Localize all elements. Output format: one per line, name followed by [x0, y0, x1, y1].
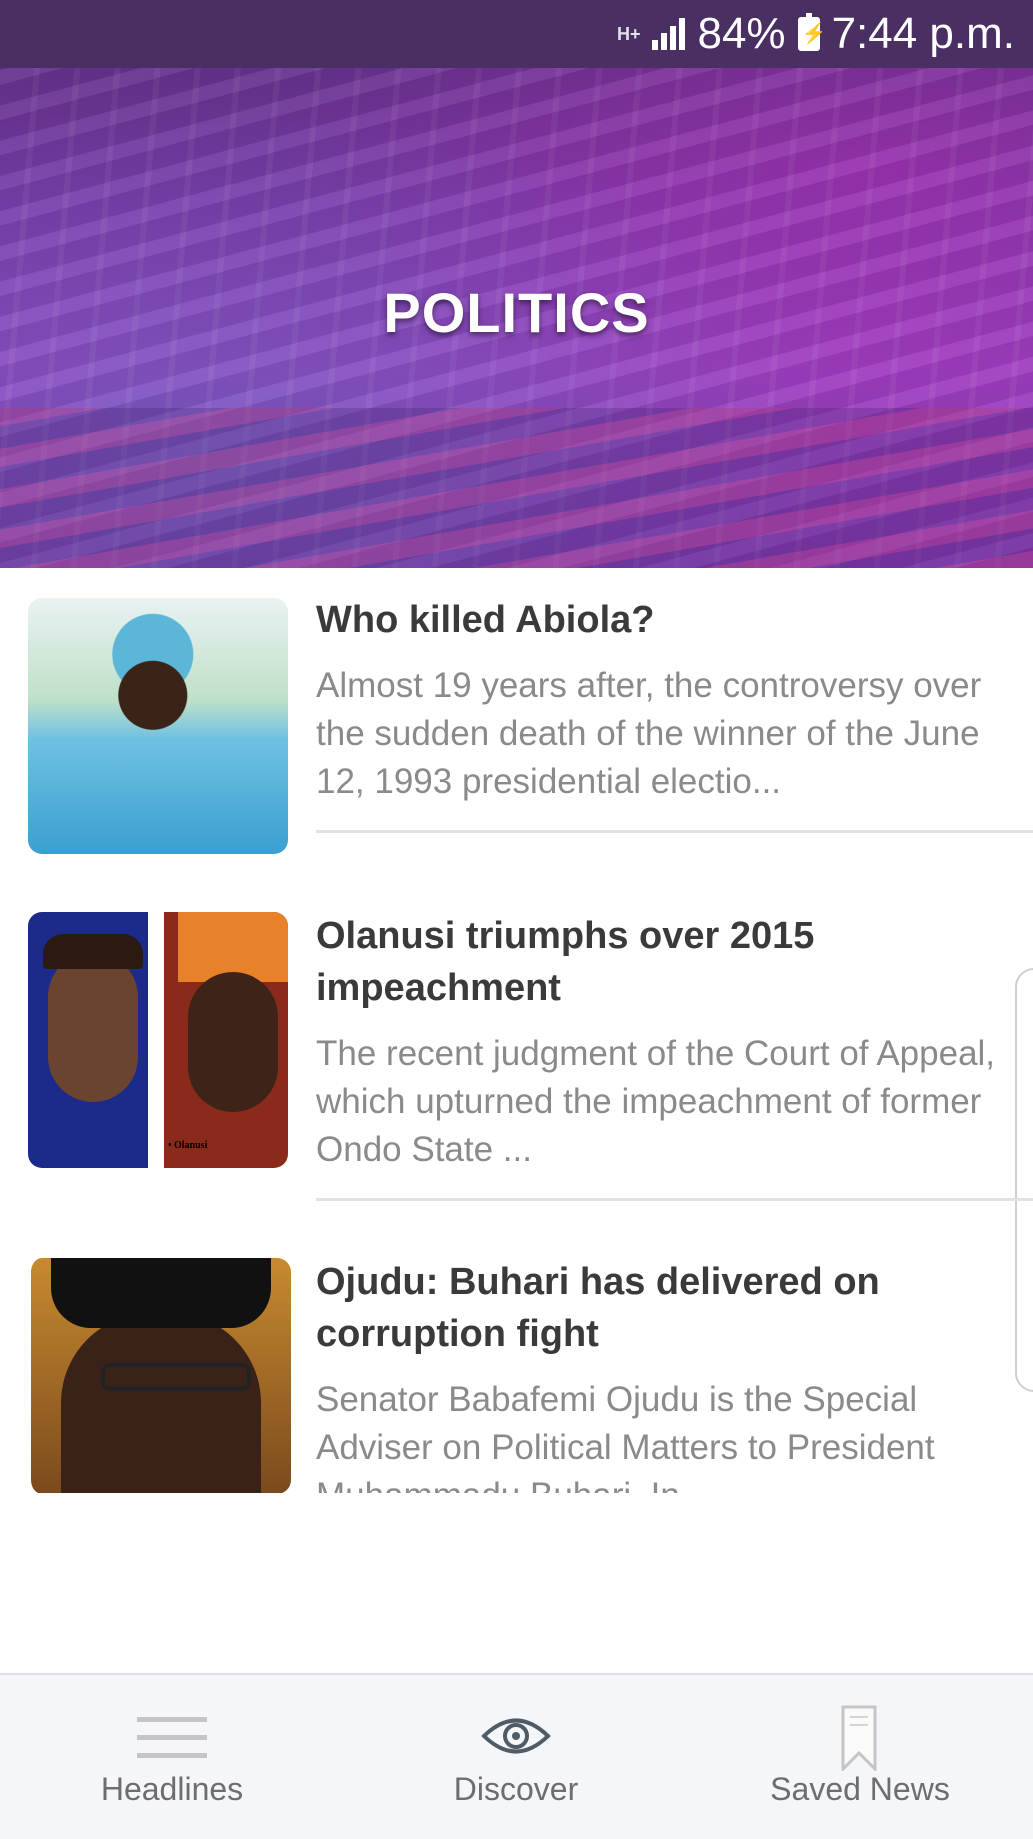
eye-icon: [481, 1718, 551, 1754]
nav-label: Discover: [453, 1771, 579, 1807]
article-title[interactable]: Olanusi triumphs over 2015 impeachment: [316, 910, 1016, 1014]
nav-discover[interactable]: Discover: [366, 1675, 666, 1839]
clock: 7:44 p.m.: [831, 9, 1015, 58]
article-thumbnail[interactable]: [28, 598, 288, 854]
divider: [316, 830, 1033, 833]
network-indicator: H+: [616, 24, 641, 44]
page-title: POLITICS: [383, 281, 650, 344]
article-title[interactable]: Who killed Abiola?: [316, 594, 1016, 646]
article-summary: The recent judgment of the Court of Appe…: [316, 1034, 996, 1169]
nav-headlines[interactable]: Headlines: [22, 1675, 322, 1839]
divider: [316, 1198, 1033, 1201]
header-banner: POLITICS: [0, 0, 1033, 568]
article-title[interactable]: Ojudu: Buhari has delivered on corruptio…: [316, 1256, 1016, 1360]
signal-icon: [652, 18, 686, 50]
bottom-navigation: Headlines Discover Saved News: [0, 1673, 1033, 1839]
battery-percent: 84%: [697, 9, 786, 58]
article-summary: Almost 19 years after, the controversy o…: [316, 666, 982, 801]
article-summary: Senator Babafemi Ojudu is the Special Ad…: [316, 1380, 935, 1493]
article-thumbnail[interactable]: • Olanusi: [28, 912, 288, 1168]
article-thumbnail[interactable]: [28, 1258, 291, 1493]
status-bar: H+ 84% 7:44 p.m.: [0, 0, 1033, 68]
nav-label: Saved News: [770, 1771, 950, 1807]
nav-label: Headlines: [100, 1771, 244, 1807]
menu-icon: [137, 1713, 207, 1765]
bookmark-icon: [841, 1705, 877, 1771]
side-card-edge: [1015, 968, 1033, 1392]
image-caption: • Olanusi: [168, 1140, 208, 1151]
nav-saved-news[interactable]: Saved News: [710, 1675, 1010, 1839]
article-list: Who killed Abiola? Almost 19 years after…: [0, 568, 1033, 1493]
battery-icon: [797, 13, 826, 51]
